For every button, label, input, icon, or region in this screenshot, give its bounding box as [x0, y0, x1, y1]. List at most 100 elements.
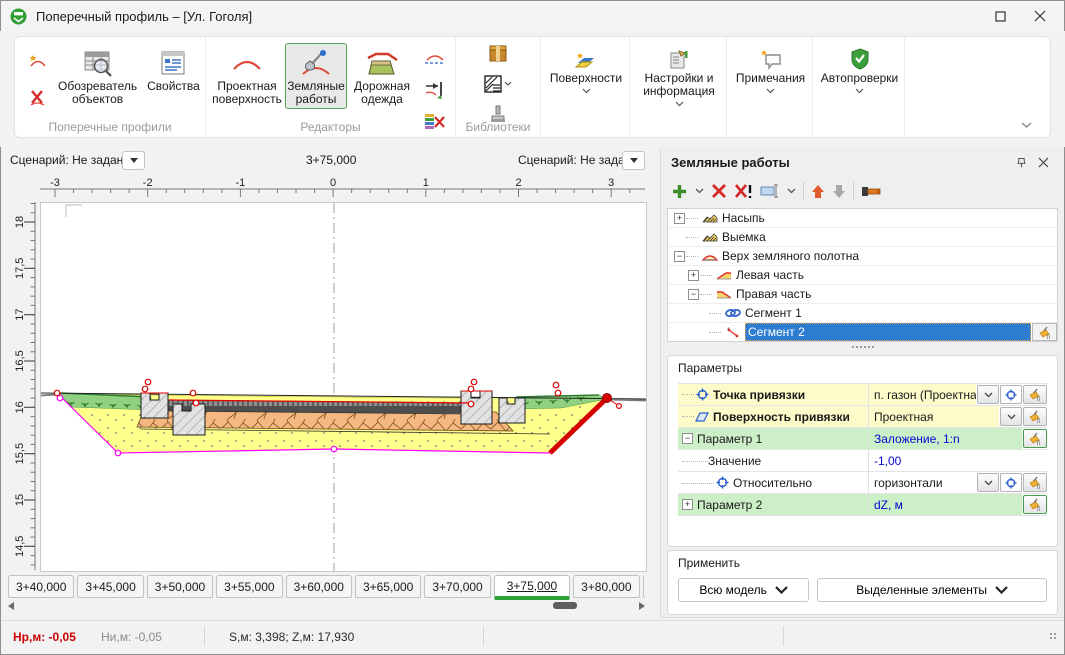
pavement-button[interactable]: Дорожная одежда: [349, 43, 415, 109]
earthworks-button[interactable]: Земляные работы: [285, 43, 347, 109]
apply-to-all-button[interactable]: []: [1023, 407, 1047, 426]
param-label: Значение: [708, 454, 761, 468]
cross-section-canvas[interactable]: [40, 202, 647, 572]
station-tab-3+70,000[interactable]: 3+70,000: [424, 575, 490, 598]
tree-item-excavation[interactable]: Выемка: [668, 228, 1057, 247]
move-down-button[interactable]: [832, 180, 846, 202]
tree-item-left-part[interactable]: + Левая часть: [668, 266, 1057, 285]
station-tab-3+65,000[interactable]: 3+65,000: [355, 575, 421, 598]
param-row-parameter-2[interactable]: + Параметр 2 dZ, м []: [678, 494, 1047, 516]
apply-to-all-button[interactable]: []: [1023, 473, 1047, 492]
dropdown-button[interactable]: [977, 385, 999, 404]
rename-menu-button[interactable]: [787, 180, 796, 202]
collapse-icon[interactable]: −: [682, 433, 693, 444]
delete-element-button[interactable]: [711, 180, 727, 202]
station-tab-3+80,000[interactable]: 3+80,000: [573, 575, 639, 598]
param-row-relative-to[interactable]: Относительно горизонтали []: [678, 472, 1047, 494]
properties-icon: [158, 46, 188, 80]
scroll-left-arrow-icon[interactable]: [8, 602, 14, 610]
tree-item-segment-1[interactable]: Сегмент 1: [668, 304, 1057, 323]
pin-panel-button[interactable]: [1010, 152, 1032, 172]
param-row-anchor-point[interactable]: Точка привязки п. газон (Проектная ... […: [678, 384, 1047, 406]
param-row-parameter-1[interactable]: − Параметр 1 Заложение, 1:n []: [678, 428, 1047, 450]
dropdown-button[interactable]: [1000, 407, 1022, 426]
close-button[interactable]: [1020, 1, 1060, 31]
package-icon: [487, 44, 509, 64]
pick-point-button[interactable]: [1000, 385, 1022, 404]
station-tab-3+55,000[interactable]: 3+55,000: [216, 575, 282, 598]
maximize-button[interactable]: [980, 1, 1020, 31]
settings-info-label: Настройки и информация: [635, 72, 723, 98]
station-tab-3+50,000[interactable]: 3+50,000: [147, 575, 213, 598]
apply-to-all-button[interactable]: []: [1023, 385, 1047, 404]
status-bar: Нр,м: -0,05 Ни,м: -0,05 S,м: 3,398; Z,м:…: [1, 620, 1064, 654]
apply-selected-elements-button[interactable]: Выделенные элементы: [817, 578, 1047, 602]
chevron-down-icon: [582, 88, 591, 94]
object-explorer-button[interactable]: Обозреватель объектов: [54, 43, 141, 109]
svg-text:[]: []: [1037, 441, 1040, 446]
apply-to-all-button[interactable]: []: [1023, 429, 1047, 448]
delete-all-button[interactable]: [734, 180, 753, 202]
snap-to-edge-button[interactable]: [422, 77, 448, 103]
close-icon: [1034, 10, 1046, 22]
param-row-anchor-surface[interactable]: Поверхность привязки Проектная []: [678, 406, 1047, 428]
dropdown-button[interactable]: [977, 473, 999, 492]
apply-whole-model-button[interactable]: Всю модель: [678, 578, 809, 602]
horizontal-scrollbar[interactable]: [8, 601, 645, 611]
station-tab-3+60,000[interactable]: 3+60,000: [286, 575, 352, 598]
tree-item-segment-2[interactable]: Сегмент 2 []: [668, 323, 1057, 341]
new-profile-button[interactable]: [25, 47, 51, 73]
package-button[interactable]: [485, 41, 511, 67]
scenario-left-dropdown[interactable]: [122, 151, 145, 170]
collapse-icon[interactable]: −: [674, 251, 685, 262]
tree-item-embankment[interactable]: + Насыпь: [668, 209, 1057, 228]
design-line-dashed-button[interactable]: [422, 45, 448, 71]
param-value[interactable]: Проектная: [868, 406, 999, 427]
station-tab-3+75,000[interactable]: 3+75,000: [494, 575, 570, 600]
pick-point-button[interactable]: [1000, 473, 1022, 492]
tree-item-roadbed-top[interactable]: − Верх земляного полотна: [668, 247, 1057, 266]
expand-icon[interactable]: +: [688, 270, 699, 281]
delete-profile-button[interactable]: [25, 85, 51, 111]
apply-style-button[interactable]: []: [1032, 323, 1057, 341]
scroll-right-arrow-icon[interactable]: [639, 602, 645, 610]
param-value[interactable]: горизонтали: [868, 472, 976, 493]
window-resize-grip[interactable]: [1050, 633, 1056, 639]
station-tab-3+85,000[interactable]: 3+85,000: [643, 575, 645, 598]
design-surface-button[interactable]: Проектная поверхность: [211, 43, 283, 109]
highlight-button[interactable]: [861, 180, 883, 202]
add-menu-button[interactable]: [695, 180, 704, 202]
scenario-right-dropdown[interactable]: [622, 151, 645, 170]
param-value[interactable]: -1,00: [868, 450, 1047, 471]
station-tab-3+45,000[interactable]: 3+45,000: [77, 575, 143, 598]
apply-to-all-button[interactable]: []: [1023, 495, 1047, 514]
scrollbar-thumb[interactable]: [553, 602, 577, 609]
tree-item-right-part[interactable]: − Правая часть: [668, 285, 1057, 304]
delete-icon: [711, 183, 727, 199]
move-up-button[interactable]: [811, 180, 825, 202]
expand-icon[interactable]: +: [674, 213, 685, 224]
svg-text:[]: []: [1037, 507, 1040, 512]
existing-elevation-value: Ни,м: -0,05: [101, 630, 162, 644]
station-tab-3+40,000[interactable]: 3+40,000: [8, 575, 74, 598]
close-panel-button[interactable]: [1032, 152, 1054, 172]
properties-button[interactable]: Свойства: [143, 43, 204, 96]
param-row-value[interactable]: Значение -1,00: [678, 450, 1047, 472]
svg-text:3: 3: [608, 177, 614, 189]
panel-splitter[interactable]: [661, 342, 1064, 352]
param-value[interactable]: п. газон (Проектная ...: [868, 384, 976, 405]
add-element-button[interactable]: [671, 180, 688, 202]
segment-end-node[interactable]: [603, 394, 612, 403]
collapse-ribbon-button[interactable]: [1015, 116, 1038, 133]
selected-tree-item[interactable]: Сегмент 2: [745, 323, 1031, 341]
expand-icon[interactable]: +: [682, 499, 693, 510]
svg-text:15: 15: [14, 494, 26, 506]
rename-button[interactable]: [760, 180, 780, 202]
hatch-library-button[interactable]: [480, 71, 516, 97]
param-value[interactable]: Заложение, 1:n: [868, 428, 1022, 449]
collapse-icon[interactable]: −: [688, 289, 699, 300]
svg-text:15,5: 15,5: [14, 443, 26, 464]
notes-icon: [757, 46, 785, 72]
param-value[interactable]: dZ, м: [868, 494, 1022, 515]
chevron-down-icon: [984, 480, 993, 486]
